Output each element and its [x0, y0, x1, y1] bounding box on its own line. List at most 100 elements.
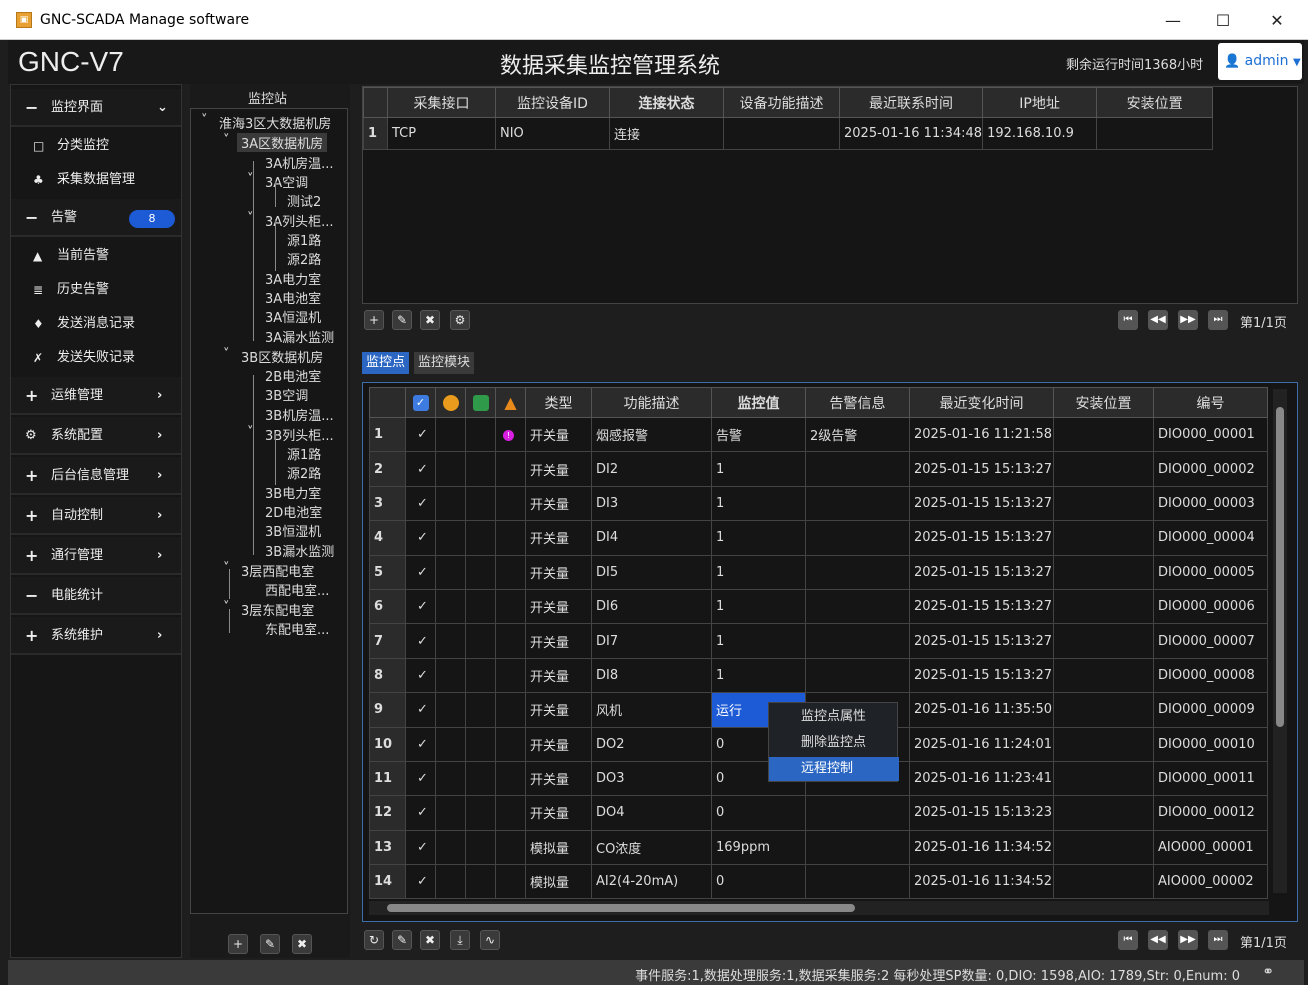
tree-node[interactable]: 源1路: [287, 444, 321, 463]
enabled-checkbox[interactable]: ✓: [405, 416, 436, 453]
close-button[interactable]: ✕: [1262, 8, 1292, 34]
scrollbar-thumb[interactable]: [387, 904, 855, 912]
sidebar-item-sent-messages[interactable]: ♦ 发送消息记录: [11, 307, 181, 341]
tree-node[interactable]: 3A漏水监测: [265, 327, 334, 346]
column-header[interactable]: IP地址: [982, 87, 1098, 118]
first-page-button[interactable]: ⏮: [1118, 310, 1138, 330]
enabled-checkbox[interactable]: ✓: [405, 485, 436, 522]
enabled-checkbox[interactable]: ✓: [405, 760, 436, 797]
table-row[interactable]: 7 ✓ 开关量 DI7 1 2025-01-15 15:13:27 DIO000_00007: [369, 623, 1268, 659]
table-row[interactable]: 4 ✓ 开关量 DI4 1 2025-01-15 15:13:27 DIO000_00004: [369, 520, 1268, 556]
column-header[interactable]: 功能描述: [591, 387, 712, 418]
tree-node[interactable]: 淮海3区大数据机房: [219, 113, 331, 132]
prev-page-button[interactable]: ◀◀: [1148, 310, 1168, 330]
last-page-button[interactable]: ⏭: [1208, 930, 1228, 950]
disabled-column-header[interactable]: [435, 387, 466, 418]
column-header[interactable]: 设备功能描述: [723, 87, 840, 118]
settings-button[interactable]: ⚙: [450, 310, 470, 330]
sidebar-group-monitor[interactable]: − 监控界面 ⌄: [11, 89, 181, 127]
table-row[interactable]: 1 ✓! 开关量 烟感报警 告警 2级告警 2025-01-16 11:21:58 DIO00…: [369, 416, 1268, 453]
table-row[interactable]: 5 ✓ 开关量 DI5 1 2025-01-15 15:13:27 DIO000_00005: [369, 554, 1268, 590]
column-header[interactable]: 采集接口: [387, 87, 496, 118]
download-icon[interactable]: ⤓: [450, 930, 470, 950]
tree-node[interactable]: 2B电池室: [265, 366, 321, 385]
enabled-checkbox[interactable]: ✓: [405, 623, 436, 659]
save-column-header[interactable]: [465, 387, 496, 418]
enabled-checkbox[interactable]: ✓: [405, 795, 436, 831]
column-header[interactable]: 连接状态: [609, 87, 724, 118]
tree-node[interactable]: 3A机房温...: [265, 153, 334, 172]
sidebar-group-energy[interactable]: − 电能统计: [11, 577, 181, 615]
tree-expander-icon[interactable]: ˅: [223, 347, 230, 362]
column-header[interactable]: 最近联系时间: [838, 87, 984, 118]
column-header[interactable]: 安装位置: [1096, 87, 1214, 118]
sidebar-group-system-config[interactable]: ⚙ 系统配置 ›: [11, 417, 181, 455]
sidebar-item-failed-messages[interactable]: ✗ 发送失败记录: [11, 341, 181, 375]
delete-node-button[interactable]: ✖: [292, 934, 312, 954]
sidebar-item-data-management[interactable]: ♣ 采集数据管理: [11, 163, 181, 197]
enabled-checkbox[interactable]: ✓: [405, 829, 436, 866]
tree-node[interactable]: 3B电力室: [265, 483, 321, 502]
tree-node[interactable]: 3B恒湿机: [265, 521, 321, 540]
tree-node[interactable]: 3A空调: [265, 172, 308, 191]
tree-node[interactable]: 2D电池室: [265, 502, 322, 521]
table-row[interactable]: 6 ✓ 开关量 DI6 1 2025-01-15 15:13:27 DIO000_00006: [369, 588, 1268, 625]
column-header[interactable]: 类型: [525, 387, 592, 418]
sidebar-group-maintenance[interactable]: + 系统维护 ›: [11, 617, 181, 655]
add-device-button[interactable]: +: [364, 310, 384, 330]
horizontal-scrollbar[interactable]: [369, 901, 1269, 915]
table-row[interactable]: 2 ✓ 开关量 DI2 1 2025-01-15 15:13:27 DIO000_00002: [369, 451, 1268, 487]
tree-node[interactable]: 3A恒湿机: [265, 307, 321, 326]
tree-node[interactable]: 源2路: [287, 463, 321, 482]
menu-item-delete-point[interactable]: 删除监控点: [769, 731, 899, 755]
tree-expander-icon[interactable]: ˅: [223, 133, 230, 148]
table-row[interactable]: 3 ✓ 开关量 DI3 1 2025-01-15 15:13:27 DIO000_00003: [369, 485, 1268, 522]
table-row[interactable]: 8 ✓ 开关量 DI8 1 2025-01-15 15:13:27 DIO000_00008: [369, 657, 1268, 694]
enabled-checkbox[interactable]: ✓: [405, 520, 436, 556]
minimize-button[interactable]: —: [1158, 8, 1188, 34]
maximize-button[interactable]: ☐: [1208, 8, 1238, 34]
tree-node[interactable]: 东配电室...: [265, 619, 329, 638]
table-row[interactable]: 12 ✓ 开关量 DO4 0 2025-01-15 15:13:23 DIO000_0001…: [369, 795, 1268, 831]
next-page-button[interactable]: ▶▶: [1178, 310, 1198, 330]
tab-monitor-modules[interactable]: 监控模块: [414, 352, 475, 374]
enabled-checkbox[interactable]: ✓: [405, 588, 436, 625]
tab-monitor-points[interactable]: 监控点: [362, 352, 410, 374]
user-menu-button[interactable]: 👤 admin ▼: [1218, 43, 1302, 80]
first-page-button[interactable]: ⏮: [1118, 930, 1138, 950]
delete-device-button[interactable]: ✖: [420, 310, 440, 330]
edit-device-button[interactable]: ✎: [392, 310, 412, 330]
add-node-button[interactable]: +: [228, 934, 248, 954]
delete-point-button[interactable]: ✖: [420, 930, 440, 950]
tree-node[interactable]: 3A电池室: [265, 288, 321, 307]
sidebar-group-auto-control[interactable]: + 自动控制 ›: [11, 497, 181, 535]
tree-node[interactable]: 源1路: [287, 230, 321, 249]
tree-node[interactable]: 3A电力室: [265, 269, 321, 288]
menu-item-point-properties[interactable]: 监控点属性: [769, 705, 899, 729]
tree-node[interactable]: 3B区数据机房: [241, 347, 323, 366]
table-row[interactable]: 13 ✓ 模拟量 CO浓度 169ppm 2025-01-16 11:34:52 AIO00…: [369, 829, 1268, 866]
sidebar-group-access[interactable]: + 通行管理 ›: [11, 537, 181, 575]
tree-node[interactable]: 3层西配电室: [241, 561, 314, 580]
edit-point-button[interactable]: ✎: [392, 930, 412, 950]
enabled-checkbox[interactable]: ✓: [405, 451, 436, 487]
tree-node[interactable]: 3A区数据机房: [237, 133, 328, 152]
sidebar-item-history-alarm[interactable]: ≣ 历史告警: [11, 273, 181, 307]
enabled-checkbox[interactable]: ✓: [405, 657, 436, 694]
column-header[interactable]: 监控值: [711, 387, 806, 418]
enabled-checkbox[interactable]: ✓: [405, 692, 436, 728]
sidebar-group-operations[interactable]: + 运维管理 ›: [11, 377, 181, 415]
edit-node-button[interactable]: ✎: [260, 934, 280, 954]
menu-item-remote-control[interactable]: 远程控制: [769, 757, 899, 781]
column-header[interactable]: 告警信息: [805, 387, 910, 418]
last-page-button[interactable]: ⏭: [1208, 310, 1228, 330]
tree-node[interactable]: 源2路: [287, 249, 321, 268]
column-header[interactable]: 监控设备ID: [495, 87, 610, 118]
tree-node[interactable]: 3B空调: [265, 385, 308, 404]
alarm-column-header[interactable]: ▲: [495, 387, 526, 418]
vertical-scrollbar[interactable]: [1273, 389, 1287, 893]
refresh-button[interactable]: ↻: [364, 930, 384, 950]
tree-expander-icon[interactable]: ˅: [201, 113, 208, 128]
tree-node[interactable]: 3B漏水监测: [265, 541, 334, 560]
sidebar-group-backend-info[interactable]: + 后台信息管理 ›: [11, 457, 181, 495]
